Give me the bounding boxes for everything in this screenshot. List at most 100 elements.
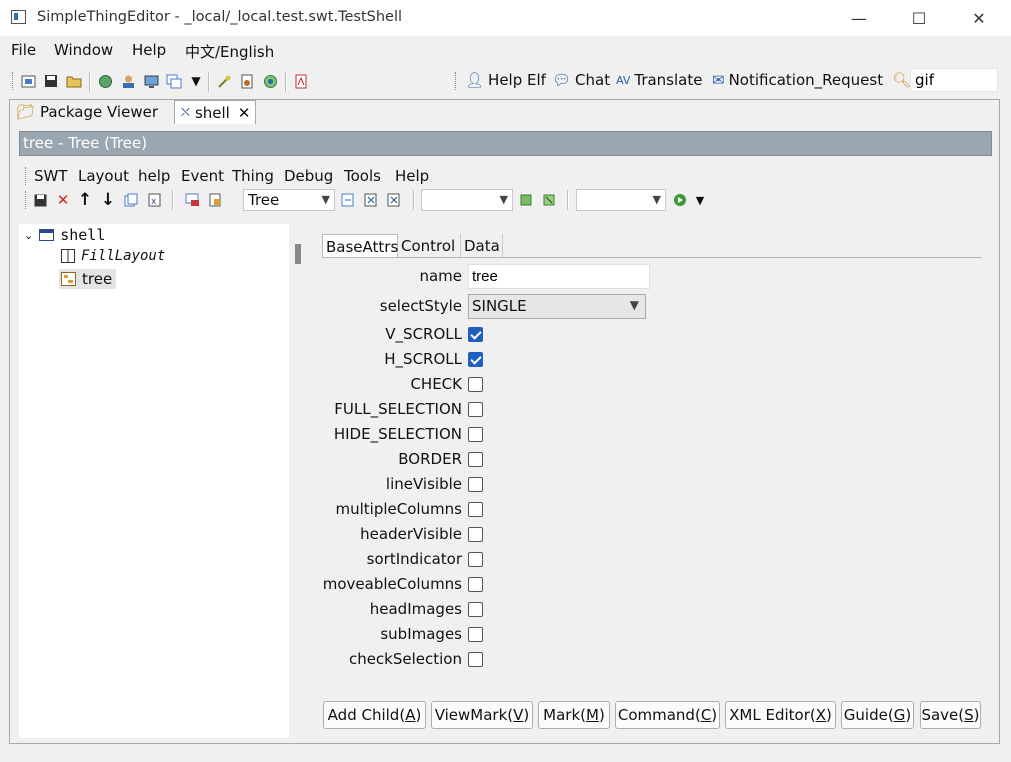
menu-event[interactable]: Event bbox=[181, 167, 224, 185]
checkbox-border[interactable] bbox=[468, 452, 483, 467]
home-icon[interactable] bbox=[20, 73, 36, 89]
checkbox-check[interactable] bbox=[468, 377, 483, 392]
select-style-label: selectStyle bbox=[379, 297, 462, 315]
menu-language[interactable]: 中文/English bbox=[185, 41, 274, 62]
mark-button[interactable]: Mark(M) bbox=[538, 701, 610, 729]
open-folder-icon[interactable] bbox=[66, 73, 82, 89]
checkbox-linevisible[interactable] bbox=[468, 477, 483, 492]
tree-node-tree[interactable]: tree bbox=[59, 269, 117, 289]
windows-icon[interactable] bbox=[166, 73, 182, 89]
checkbox-h-scroll[interactable] bbox=[468, 352, 483, 367]
menu-bar: File Window Help 中文/English bbox=[0, 37, 1011, 63]
menu-debug[interactable]: Debug bbox=[284, 167, 333, 185]
monitor-icon[interactable] bbox=[143, 73, 159, 89]
menu-layout[interactable]: Layout bbox=[78, 167, 129, 185]
chat-icon: 💬︎ bbox=[552, 71, 572, 89]
save-icon[interactable] bbox=[43, 73, 59, 89]
chevron-down-icon[interactable]: ⌄ bbox=[24, 229, 33, 242]
checkbox-label: checkSelection bbox=[348, 650, 462, 668]
checkbox-headervisible[interactable] bbox=[468, 527, 483, 542]
secondary-combo[interactable]: ▼ bbox=[421, 189, 513, 211]
run-dropdown-icon[interactable]: ▼ bbox=[692, 192, 708, 208]
menu-help-2[interactable]: Help bbox=[395, 167, 429, 185]
checkbox-label: lineVisible bbox=[385, 475, 462, 493]
move-up-icon[interactable]: ↑ bbox=[77, 190, 93, 210]
menu-tools[interactable]: Tools bbox=[344, 167, 381, 185]
guide-button[interactable]: Guide(G) bbox=[841, 701, 914, 729]
menu-grip bbox=[25, 167, 28, 185]
chevron-down-icon: ▼ bbox=[321, 193, 330, 206]
wand-icon[interactable] bbox=[216, 73, 232, 89]
document-lock-icon[interactable] bbox=[207, 192, 223, 208]
checkbox-moveablecolumns[interactable] bbox=[468, 577, 483, 592]
checkbox-multiplecolumns[interactable] bbox=[468, 502, 483, 517]
globe-icon[interactable] bbox=[262, 73, 278, 89]
copy-icon[interactable] bbox=[123, 192, 139, 208]
user-icon[interactable] bbox=[120, 73, 136, 89]
menu-swt[interactable]: SWT bbox=[34, 167, 68, 185]
checkbox-v-scroll[interactable] bbox=[468, 327, 483, 342]
tab-control[interactable]: Control bbox=[398, 234, 461, 258]
checkbox-label: sortIndicator bbox=[366, 550, 462, 568]
splitter-handle[interactable] bbox=[295, 244, 301, 264]
checkbox-sortindicator[interactable] bbox=[468, 552, 483, 567]
save-button[interactable]: Save(S) bbox=[920, 701, 981, 729]
tree-node-shell[interactable]: ⌄ shell bbox=[24, 226, 105, 244]
menu-thing[interactable]: Thing bbox=[232, 167, 274, 185]
help-elf-link[interactable]: 👤︎ Help Elf bbox=[465, 71, 546, 89]
add-child-button[interactable]: Add Child(A) bbox=[323, 701, 426, 729]
close-tab-icon[interactable]: ✕ bbox=[238, 104, 251, 122]
menu-file[interactable]: File bbox=[11, 41, 36, 59]
viewmark-button[interactable]: ViewMark(V) bbox=[431, 701, 533, 729]
checkbox-checkselection[interactable] bbox=[468, 652, 483, 667]
dropdown-arrow-icon[interactable]: ▼ bbox=[188, 73, 204, 89]
maximize-button[interactable]: ☐ bbox=[891, 0, 947, 36]
tree-node-filllayout[interactable]: FillLayout bbox=[61, 248, 165, 264]
xml-editor-button[interactable]: XML Editor(X) bbox=[725, 701, 836, 729]
window-config-icon[interactable] bbox=[184, 192, 200, 208]
debug-config-icon[interactable] bbox=[541, 192, 557, 208]
xml-close-icon[interactable] bbox=[386, 192, 402, 208]
chat-link[interactable]: 💬︎ Chat bbox=[552, 71, 610, 89]
pdf-icon[interactable] bbox=[293, 73, 309, 89]
checkbox-headimages[interactable] bbox=[468, 602, 483, 617]
name-input[interactable] bbox=[468, 264, 650, 289]
command-button[interactable]: Command(C) bbox=[615, 701, 720, 729]
checkbox-label: H_SCROLL bbox=[384, 350, 462, 368]
refresh-globe-icon[interactable] bbox=[97, 73, 113, 89]
chevron-down-icon: ▼ bbox=[652, 193, 661, 206]
toolbar-grip bbox=[25, 191, 28, 209]
tab-baseattrs[interactable]: BaseAttrs bbox=[322, 234, 398, 258]
checkbox-label: moveableColumns bbox=[322, 575, 462, 593]
checkbox-label: FULL_SELECTION bbox=[334, 400, 462, 418]
checkbox-hide-selection[interactable] bbox=[468, 427, 483, 442]
save-icon[interactable] bbox=[32, 192, 48, 208]
checkbox-full-selection[interactable] bbox=[468, 402, 483, 417]
run-icon[interactable] bbox=[672, 192, 688, 208]
select-style-dropdown[interactable]: SINGLE ▼ bbox=[468, 294, 646, 319]
name-label: name bbox=[419, 267, 462, 285]
tab-shell[interactable]: ⛌ shell ✕ bbox=[174, 100, 256, 124]
notification-request-link[interactable]: ✉ Notification_Request bbox=[712, 71, 883, 89]
thing-type-combo[interactable]: Tree ▼ bbox=[243, 189, 335, 211]
tab-package-viewer[interactable]: 📁︎ Package Viewer bbox=[10, 100, 174, 124]
menu-help[interactable]: Help bbox=[132, 41, 166, 59]
delete-icon[interactable]: ✕ bbox=[55, 191, 71, 209]
run-target-combo[interactable]: ▼ bbox=[576, 189, 666, 211]
tab-data[interactable]: Data bbox=[461, 234, 503, 258]
xml-icon[interactable] bbox=[363, 192, 379, 208]
document-gear-icon[interactable] bbox=[239, 73, 255, 89]
shell-window-icon bbox=[39, 229, 55, 241]
menu-help-inner[interactable]: help bbox=[138, 167, 170, 185]
menu-window[interactable]: Window bbox=[54, 41, 113, 59]
checkbox-label: multipleColumns bbox=[335, 500, 462, 518]
doc-edit-icon[interactable] bbox=[340, 192, 356, 208]
search-input[interactable] bbox=[910, 68, 998, 92]
move-down-icon[interactable]: ↓ bbox=[100, 190, 116, 210]
minimize-button[interactable]: — bbox=[831, 0, 887, 36]
run-config-icon[interactable] bbox=[518, 192, 534, 208]
close-button[interactable]: ✕ bbox=[951, 0, 1007, 36]
xml-doc-icon[interactable]: x bbox=[146, 192, 162, 208]
checkbox-subimages[interactable] bbox=[468, 627, 483, 642]
translate-link[interactable]: AV Translate bbox=[616, 71, 702, 89]
